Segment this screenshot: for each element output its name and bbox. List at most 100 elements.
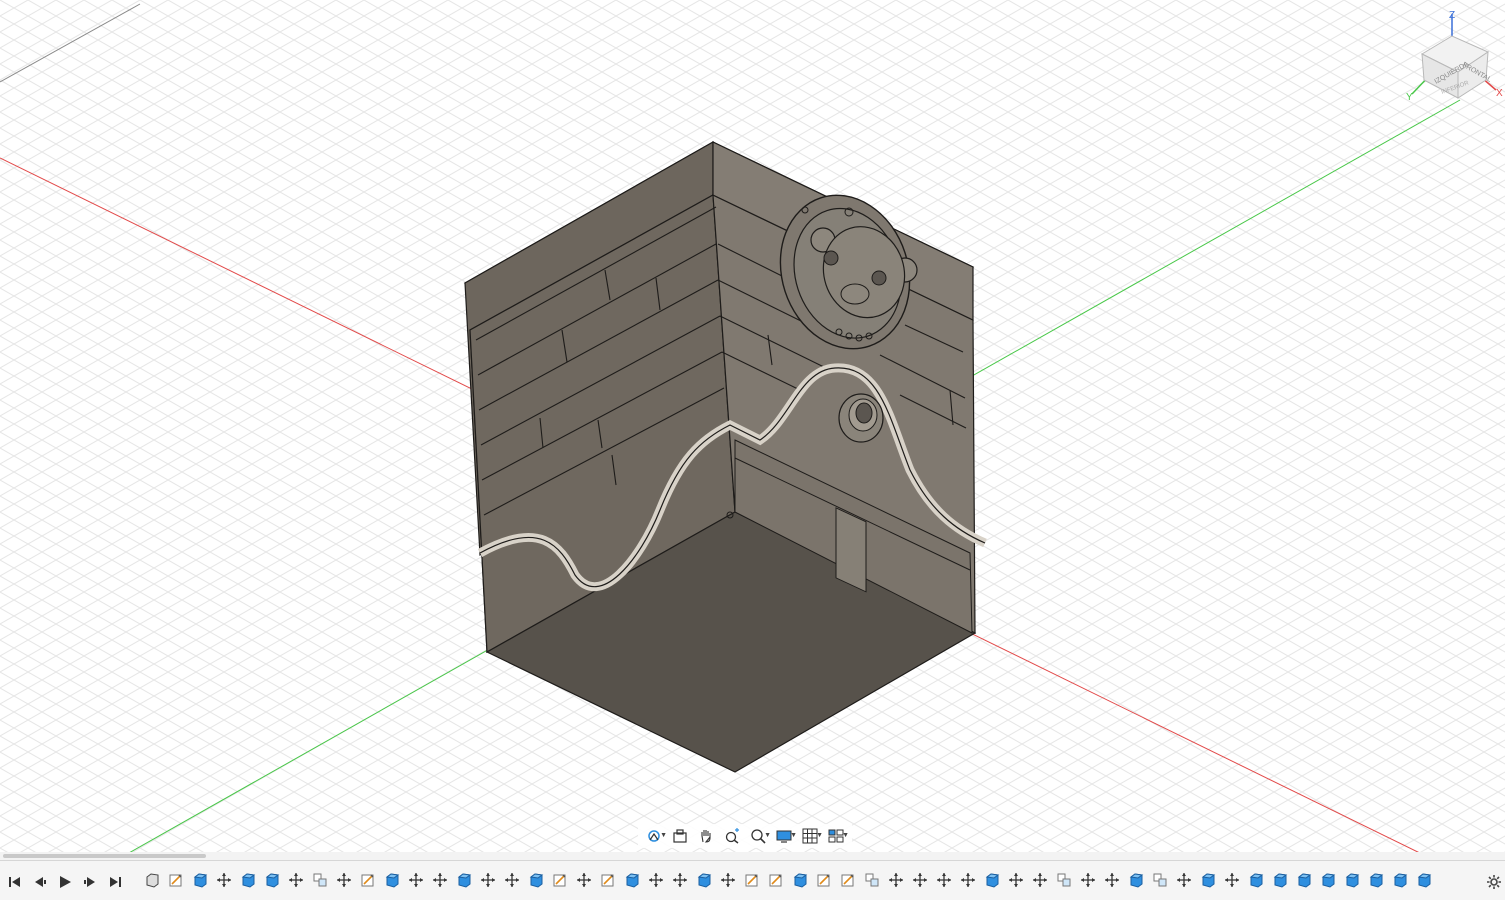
look-at-button[interactable] <box>668 825 692 847</box>
timeline-feature-5[interactable] <box>260 869 284 891</box>
timeline-feature-48[interactable] <box>1292 869 1316 891</box>
timeline-feature-body[interactable] <box>140 869 164 891</box>
timeline-scrollbar[interactable] <box>0 852 1505 860</box>
timeline-feature-26[interactable] <box>764 869 788 891</box>
timeline-feature-46[interactable] <box>1244 869 1268 891</box>
sketch-icon <box>745 874 758 887</box>
look-at-icon <box>673 829 687 843</box>
scrollbar-thumb[interactable] <box>3 854 206 858</box>
step-forward-button[interactable] <box>79 871 101 893</box>
play-button[interactable] <box>54 871 76 893</box>
timeline-feature-10[interactable] <box>380 869 404 891</box>
timeline-feature-1[interactable] <box>164 869 188 891</box>
navigation-toolbar: ▼ ▼ ▼ ▼ ▼ <box>638 824 852 848</box>
extrude-icon <box>1345 873 1360 888</box>
timeline-feature-11[interactable] <box>404 869 428 891</box>
pan-button[interactable] <box>694 825 718 847</box>
timeline-feature-21[interactable] <box>644 869 668 891</box>
timeline-feature-24[interactable] <box>716 869 740 891</box>
timeline-feature-25[interactable] <box>740 869 764 891</box>
sketch-icon <box>769 874 782 887</box>
move-icon <box>721 873 735 887</box>
move-icon <box>1033 873 1047 887</box>
timeline-feature-14[interactable] <box>476 869 500 891</box>
viewcube-z-label: Z <box>1449 10 1455 21</box>
timeline-feature-47[interactable] <box>1268 869 1292 891</box>
viewcube-y-label: Y <box>1406 92 1413 103</box>
timeline-feature-20[interactable] <box>620 869 644 891</box>
timeline-feature-17[interactable] <box>548 869 572 891</box>
timeline-feature-45[interactable] <box>1220 869 1244 891</box>
timeline-feature-43[interactable] <box>1172 869 1196 891</box>
extrude-icon <box>385 873 400 888</box>
timeline-feature-4[interactable] <box>236 869 260 891</box>
chevron-down-icon: ▼ <box>764 832 771 839</box>
3d-viewport[interactable] <box>0 0 1505 858</box>
timeline-feature-23[interactable] <box>692 869 716 891</box>
timeline-feature-22[interactable] <box>668 869 692 891</box>
skip-to-start-button[interactable] <box>4 871 26 893</box>
timeline-feature-39[interactable] <box>1076 869 1100 891</box>
timeline-feature-15[interactable] <box>500 869 524 891</box>
timeline-settings-button[interactable] <box>1485 873 1503 891</box>
timeline-feature-53[interactable] <box>1412 869 1436 891</box>
timeline-feature-8[interactable] <box>332 869 356 891</box>
timeline-feature-2[interactable] <box>188 869 212 891</box>
timeline-feature-40[interactable] <box>1100 869 1124 891</box>
step-back-button[interactable] <box>29 871 51 893</box>
sketch-icon <box>169 874 182 887</box>
timeline-feature-49[interactable] <box>1316 869 1340 891</box>
timeline-feature-16[interactable] <box>524 869 548 891</box>
zoom-window-button[interactable]: ▼ <box>746 825 771 847</box>
skip-to-end-button[interactable] <box>104 871 126 893</box>
move-icon <box>1081 873 1095 887</box>
timeline-feature-30[interactable] <box>860 869 884 891</box>
zoom-button[interactable] <box>720 825 744 847</box>
viewcube[interactable]: IZQUIERDA FRONTAL INFERIOR Z X Y <box>1398 6 1505 106</box>
extrude-icon <box>1129 873 1144 888</box>
timeline-feature-50[interactable] <box>1340 869 1364 891</box>
timeline-feature-3[interactable] <box>212 869 236 891</box>
move-icon <box>1105 873 1119 887</box>
timeline-feature-7[interactable] <box>308 869 332 891</box>
timeline-feature-32[interactable] <box>908 869 932 891</box>
timeline-feature-18[interactable] <box>572 869 596 891</box>
timeline-feature-38[interactable] <box>1052 869 1076 891</box>
timeline-feature-33[interactable] <box>932 869 956 891</box>
skip-to-start-icon <box>9 877 20 887</box>
timeline-feature-19[interactable] <box>596 869 620 891</box>
extrude-icon <box>1417 873 1432 888</box>
timeline-feature-13[interactable] <box>452 869 476 891</box>
timeline-feature-51[interactable] <box>1364 869 1388 891</box>
timeline-feature-41[interactable] <box>1124 869 1148 891</box>
extrude-icon <box>1201 873 1216 888</box>
timeline-feature-28[interactable] <box>812 869 836 891</box>
extrude-icon <box>193 873 208 888</box>
timeline-feature-29[interactable] <box>836 869 860 891</box>
viewports-button[interactable]: ▼ <box>824 825 849 847</box>
timeline-feature-34[interactable] <box>956 869 980 891</box>
move-icon <box>481 873 495 887</box>
timeline-feature-6[interactable] <box>284 869 308 891</box>
timeline-feature-9[interactable] <box>356 869 380 891</box>
timeline-feature-27[interactable] <box>788 869 812 891</box>
timeline-feature-31[interactable] <box>884 869 908 891</box>
copy-icon <box>313 873 327 887</box>
timeline-feature-35[interactable] <box>980 869 1004 891</box>
timeline-feature-36[interactable] <box>1004 869 1028 891</box>
sketch-icon <box>817 874 830 887</box>
timeline-feature-42[interactable] <box>1148 869 1172 891</box>
extrude-icon <box>625 873 640 888</box>
timeline-feature-44[interactable] <box>1196 869 1220 891</box>
viewport-canvas[interactable] <box>0 0 1505 858</box>
chevron-down-icon: ▼ <box>816 832 823 839</box>
timeline-feature-12[interactable] <box>428 869 452 891</box>
timeline-feature-37[interactable] <box>1028 869 1052 891</box>
sketch-icon <box>553 874 566 887</box>
copy-icon <box>1057 873 1071 887</box>
display-settings-button[interactable]: ▼ <box>772 825 797 847</box>
grid-settings-button[interactable]: ▼ <box>798 825 823 847</box>
move-icon <box>1225 873 1239 887</box>
timeline-feature-52[interactable] <box>1388 869 1412 891</box>
orbit-button[interactable]: ▼ <box>642 825 667 847</box>
